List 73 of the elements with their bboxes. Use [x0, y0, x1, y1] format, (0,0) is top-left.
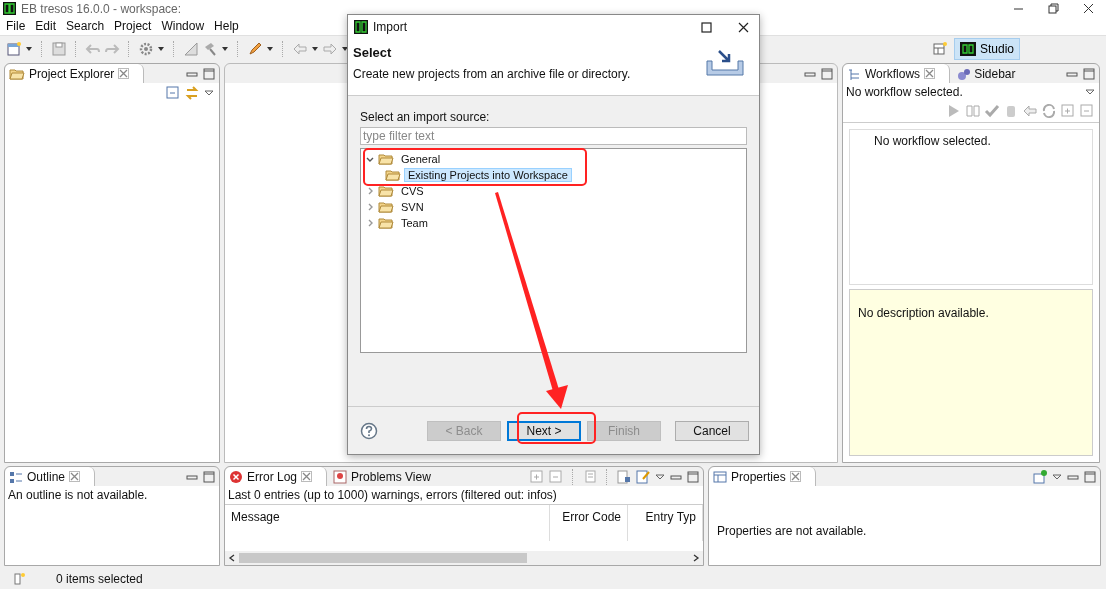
properties-message: Properties are not available.	[717, 524, 867, 538]
filter-field[interactable]: type filter text	[360, 127, 747, 145]
folder-icon	[378, 199, 394, 215]
pin-icon[interactable]	[1032, 468, 1048, 485]
menu-item[interactable]: Edit	[31, 19, 63, 33]
error-icon	[229, 469, 243, 484]
help-icon[interactable]	[360, 421, 378, 440]
app-logo-icon	[2, 1, 17, 16]
app-logo-icon	[959, 41, 976, 57]
workflow-list-icon	[847, 66, 861, 81]
gears-icon	[956, 66, 971, 81]
perspective-button[interactable]: Studio	[953, 38, 1020, 60]
horizontal-scrollbar[interactable]	[225, 551, 703, 565]
scroll-right-icon[interactable]	[691, 553, 701, 563]
folder-icon	[378, 183, 394, 199]
refresh-icon[interactable]	[1041, 103, 1057, 119]
save-icon[interactable]	[51, 41, 67, 57]
collapse-all-icon[interactable]	[548, 468, 564, 485]
view-tab[interactable]: Project Explorer	[5, 64, 145, 83]
clear-log-icon[interactable]	[582, 468, 598, 485]
scroll-left-icon[interactable]	[227, 553, 237, 563]
tree-item[interactable]: SVN	[397, 200, 428, 214]
menu-item[interactable]: Search	[62, 19, 111, 33]
folder-icon	[378, 215, 394, 231]
status-item-icon	[12, 571, 26, 587]
view-tab[interactable]: Error Log	[225, 467, 328, 486]
collapse-all-icon[interactable]	[165, 85, 181, 101]
book-icon[interactable]	[965, 103, 981, 119]
maximize-icon[interactable]	[701, 21, 712, 33]
source-label: Select an import source:	[360, 110, 491, 124]
export-log-icon[interactable]	[616, 468, 632, 485]
pencil-icon[interactable]	[247, 41, 263, 57]
folder-icon	[378, 151, 394, 167]
view-tab[interactable]: Properties	[709, 467, 816, 486]
tree-item[interactable]: General	[397, 152, 445, 166]
table-icon	[713, 469, 727, 484]
open-perspective-icon[interactable]	[931, 41, 948, 57]
column-header[interactable]: Entry Typ	[628, 505, 703, 541]
view-tab[interactable]: Workflows	[843, 64, 951, 83]
checkmark-icon[interactable]	[984, 103, 1000, 119]
outline-icon	[9, 469, 23, 484]
column-header[interactable]: Error Code	[550, 505, 628, 541]
menu-item[interactable]: File	[2, 19, 32, 33]
link-editor-icon[interactable]	[184, 85, 200, 101]
log-summary: Last 0 entries (up to 1000) warnings, errors (filtered out: infos)	[227, 487, 558, 504]
tree-item[interactable]: Team	[397, 216, 432, 230]
menu-item[interactable]: Window	[157, 19, 211, 33]
tree-item[interactable]: CVS	[397, 184, 428, 198]
open-log-icon[interactable]	[635, 468, 651, 485]
column-header[interactable]: Message	[225, 505, 550, 541]
expand-all-icon[interactable]	[529, 468, 545, 485]
menu-item[interactable]: Project	[110, 19, 158, 33]
window-title: EB tresos 16.0.0 - workspace:	[21, 1, 182, 16]
outline-message: An outline is not available.	[7, 487, 149, 504]
workflow-list-message: No workflow selected.	[874, 134, 991, 148]
back-arrow-icon[interactable]	[1022, 103, 1038, 119]
expand-all-icon[interactable]	[1060, 103, 1076, 119]
page-heading: Select	[353, 45, 393, 60]
open-folder-icon	[385, 167, 401, 183]
dialog-button[interactable]: Next >	[507, 420, 581, 441]
tree-item[interactable]: Existing Projects into Workspace	[404, 168, 572, 182]
dialog-button[interactable]: Cancel	[675, 420, 749, 441]
close-icon[interactable]	[738, 21, 749, 33]
workflow-status: No workflow selected.	[846, 85, 964, 99]
page-description: Create new projects from an archive file or directory.	[353, 67, 632, 81]
view-tab[interactable]: Outline	[5, 467, 96, 486]
dialog-title: Import	[373, 20, 407, 34]
close-icon[interactable]	[1083, 3, 1094, 14]
status-text: 0 items selected	[56, 572, 143, 586]
restore-icon[interactable]	[1048, 3, 1059, 14]
workflow-description: No description available.	[858, 306, 989, 320]
menu-item[interactable]: Help	[210, 19, 245, 33]
app-logo-icon	[354, 20, 368, 34]
